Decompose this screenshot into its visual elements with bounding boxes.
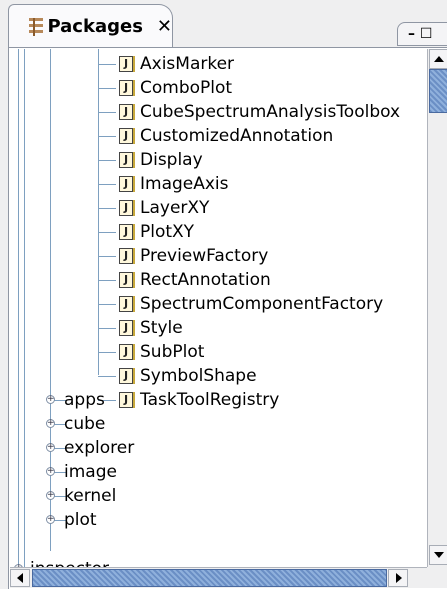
scroll-left-button[interactable] <box>10 569 30 587</box>
java-class-file-icon: J <box>119 272 135 288</box>
tree-item-label: SymbolShape <box>140 366 257 386</box>
java-class-file-icon: J <box>119 296 135 312</box>
tree-item-class[interactable]: J SubPlot <box>10 340 427 364</box>
tree-item-class[interactable]: J SymbolShape <box>10 364 427 388</box>
package-view-icon <box>25 16 43 38</box>
tree-item-class[interactable]: J PlotXY <box>10 220 427 244</box>
tree-connector <box>98 232 116 233</box>
scroll-up-button[interactable] <box>429 49 447 69</box>
tree-connector <box>98 208 116 209</box>
tree-connector <box>98 304 116 305</box>
tree-item-class[interactable]: J SpectrumComponentFactory <box>10 292 427 316</box>
tree-item-label: AxisMarker <box>140 54 235 74</box>
tree-item-label: inspector <box>30 559 109 567</box>
java-class-file-icon: J <box>119 128 135 144</box>
java-class-file-icon: J <box>119 344 135 360</box>
tree-item-class[interactable]: J Style <box>10 316 427 340</box>
vertical-scrollbar[interactable] <box>427 49 447 567</box>
tree-item-class[interactable]: J CubeSpectrumAnalysisToolbox <box>10 100 427 124</box>
horizontal-scroll-thumb[interactable] <box>32 569 387 587</box>
java-class-file-icon: J <box>119 56 135 72</box>
tab-title: Packages <box>47 16 143 37</box>
expand-plus-icon[interactable]: + <box>46 491 55 500</box>
tree-item-class[interactable]: J Display <box>10 148 427 172</box>
tree-item-class[interactable]: J CustomizedAnnotation <box>10 124 427 148</box>
tree-item-label: RectAnnotation <box>140 270 271 290</box>
tree-item-label: Style <box>140 318 183 338</box>
tree-item-label: PreviewFactory <box>140 246 269 266</box>
horizontal-scrollbar[interactable] <box>10 567 427 588</box>
tree-connector <box>98 328 116 329</box>
tree-item-class[interactable]: J ImageAxis <box>10 172 427 196</box>
tree-connector <box>98 136 116 137</box>
tree-item-label: plot <box>64 510 97 530</box>
java-class-file-icon: J <box>119 176 135 192</box>
scroll-right-button[interactable] <box>388 569 408 587</box>
package-explorer-panel: J AxisMarker J ComboPlot J CubeSpectrumAnalys… <box>8 47 447 589</box>
scroll-down-button[interactable] <box>429 545 447 565</box>
tree-item-label: explorer <box>64 438 135 458</box>
tree-connector <box>98 280 116 281</box>
tree-item-package[interactable]: + cube <box>10 412 427 436</box>
tree-item-label: cube <box>64 414 106 434</box>
tree-item-label: PlotXY <box>140 222 195 242</box>
expand-plus-icon[interactable]: + <box>46 395 55 404</box>
vertical-scroll-thumb[interactable] <box>429 69 447 113</box>
window-controls[interactable]: – ☐ <box>397 22 447 46</box>
tree-item-label: SubPlot <box>140 342 205 362</box>
tab-packages[interactable]: Packages ✕ <box>8 4 173 48</box>
tree-item-label: ComboPlot <box>140 78 233 98</box>
close-icon[interactable]: ✕ <box>157 16 172 37</box>
tree-item-class[interactable]: J PreviewFactory <box>10 244 427 268</box>
expand-plus-icon[interactable]: + <box>46 443 55 452</box>
expand-plus-icon[interactable]: + <box>46 467 55 476</box>
tree-item-label: Display <box>140 150 203 170</box>
expand-plus-icon[interactable]: + <box>46 515 55 524</box>
tree-item-package[interactable]: + plot <box>10 508 427 532</box>
tree-item-label: CubeSpectrumAnalysisToolbox <box>140 102 401 122</box>
tree-connector <box>98 160 116 161</box>
tree-item-label: kernel <box>64 486 117 506</box>
tree-connector <box>98 352 116 353</box>
tree-item-class[interactable]: J LayerXY <box>10 196 427 220</box>
tree-item-label: ImageAxis <box>140 174 229 194</box>
expand-plus-icon[interactable]: + <box>46 419 55 428</box>
tree-connector <box>98 112 116 113</box>
tree-connector <box>98 256 116 257</box>
tree-connector <box>98 184 116 185</box>
scrollbar-corner <box>427 567 447 588</box>
tree-connector <box>98 376 116 377</box>
tree-item-label: LayerXY <box>140 198 210 218</box>
tree-item-package[interactable]: + image <box>10 460 427 484</box>
tree-item-label: SpectrumComponentFactory <box>140 294 384 314</box>
tree-item-label: apps <box>64 390 105 410</box>
tree-item-class[interactable]: J AxisMarker <box>10 52 427 76</box>
tree-item-package[interactable]: + apps <box>10 388 427 412</box>
java-class-file-icon: J <box>119 80 135 96</box>
tree-item-class[interactable]: J RectAnnotation <box>10 268 427 292</box>
tree-item-label: CustomizedAnnotation <box>140 126 334 146</box>
tree-item-package[interactable]: + kernel <box>10 484 427 508</box>
tree-item-package[interactable]: + explorer <box>10 436 427 460</box>
java-class-file-icon: J <box>119 320 135 336</box>
java-class-file-icon: J <box>119 200 135 216</box>
java-class-file-icon: J <box>119 224 135 240</box>
package-tree: J AxisMarker J ComboPlot J CubeSpectrumAnalys… <box>10 49 427 567</box>
java-class-file-icon: J <box>119 248 135 264</box>
tree-item-package[interactable]: +inspector <box>10 557 427 567</box>
tree-item-class[interactable]: J ComboPlot <box>10 76 427 100</box>
java-class-file-icon: J <box>119 152 135 168</box>
tree-connector <box>98 64 116 65</box>
tree-item-label: image <box>64 462 117 482</box>
view-tab-bar: Packages ✕ – ☐ <box>0 0 447 48</box>
java-class-file-icon: J <box>119 104 135 120</box>
tree-connector <box>98 88 116 89</box>
java-class-file-icon: J <box>119 368 135 384</box>
